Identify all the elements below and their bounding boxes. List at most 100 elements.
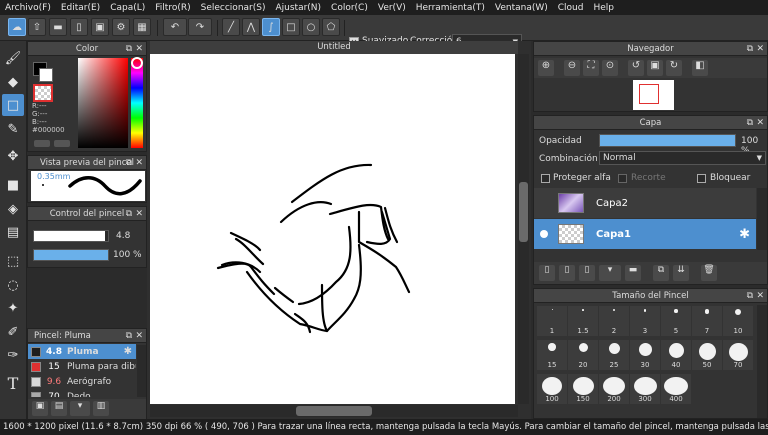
layer-row[interactable]: Capa1 ✱ — [534, 219, 756, 249]
brush-size-cell[interactable]: 2 — [599, 306, 629, 336]
hue-handle[interactable] — [131, 57, 143, 69]
undock-icon[interactable]: ⧉ — [126, 156, 132, 170]
new-1bit-layer-icon[interactable]: ▯ — [579, 265, 595, 281]
brush-copy-icon[interactable]: ▤ — [51, 401, 67, 416]
brush-size-cell[interactable]: 100 — [537, 374, 567, 404]
menu-item-3[interactable]: Filtro(R) — [150, 3, 195, 13]
menu-item-9[interactable]: Ventana(W) — [490, 3, 553, 13]
undock-icon[interactable]: ⧉ — [126, 329, 132, 343]
blend-mode-select[interactable]: Normal ▼ — [599, 151, 766, 165]
clipping-checkbox[interactable] — [618, 174, 627, 183]
transparent-color-swatch[interactable] — [33, 84, 53, 102]
vertical-scroll-thumb[interactable] — [519, 182, 528, 242]
close-icon[interactable]: ✕ — [756, 289, 764, 303]
gear-icon[interactable]: ✱ — [739, 227, 750, 242]
eyedropper-button[interactable] — [54, 140, 70, 147]
brush-size-cell[interactable]: 15 — [537, 340, 567, 370]
background-color-swatch[interactable] — [39, 68, 53, 82]
new-8bit-layer-icon[interactable]: ▯ — [559, 265, 575, 281]
curve-tool-icon[interactable]: ∫ — [262, 18, 280, 36]
navigator-thumbnail[interactable] — [633, 80, 674, 110]
folder-icon[interactable]: ▬ — [625, 265, 641, 281]
undock-icon[interactable]: ⧉ — [747, 42, 753, 56]
cloud-icon[interactable]: ☁ — [8, 18, 26, 36]
close-icon[interactable]: ✕ — [135, 329, 143, 343]
brush-size-cell[interactable]: 25 — [599, 340, 629, 370]
brush-size-cell[interactable]: 50 — [692, 340, 722, 370]
layer-visibility-icon[interactable] — [540, 230, 548, 238]
layer-visibility-icon[interactable] — [540, 199, 548, 207]
comment-icon[interactable]: ▬ — [49, 18, 67, 36]
rotate-left-icon[interactable]: ↺ — [628, 60, 644, 76]
menu-item-6[interactable]: Color(C) — [326, 3, 373, 13]
drawing-canvas[interactable] — [150, 54, 515, 404]
zoom-out-icon[interactable]: ⊖ — [564, 60, 580, 76]
close-icon[interactable]: ✕ — [135, 207, 143, 221]
vertical-scrollbar[interactable] — [518, 54, 529, 404]
menu-item-5[interactable]: Ajustar(N) — [270, 3, 326, 13]
opacity-slider[interactable] — [33, 249, 109, 261]
actual-size-icon[interactable]: ⊙ — [602, 60, 618, 76]
menu-item-0[interactable]: Archivo(F) — [0, 3, 56, 13]
reset-rotation-icon[interactable]: ▣ — [647, 60, 663, 76]
brush-add-icon[interactable]: ▣ — [32, 401, 48, 416]
close-icon[interactable]: ✕ — [756, 116, 764, 130]
horizontal-scroll-thumb[interactable] — [296, 406, 372, 416]
export-icon[interactable]: ⇧ — [28, 18, 46, 36]
save-icon[interactable]: ▣ — [91, 18, 109, 36]
brush-size-cell[interactable]: 20 — [568, 340, 598, 370]
brush-settings-icon[interactable]: ⚙ — [112, 18, 130, 36]
merge-layer-icon[interactable]: ⇊ — [673, 265, 689, 281]
brush-list-scrollbar[interactable] — [137, 345, 146, 397]
undock-icon[interactable]: ⧉ — [747, 289, 753, 303]
text-tool-icon[interactable]: T — [2, 372, 24, 394]
document-tab[interactable]: Untitled — [150, 41, 518, 54]
brush-size-scrollbar[interactable] — [757, 305, 767, 418]
brush-size-cell[interactable]: 7 — [692, 306, 722, 336]
duplicate-layer-icon[interactable]: ⧉ — [653, 265, 669, 281]
hue-slider[interactable] — [131, 58, 143, 148]
gradient-tool-icon[interactable]: ▤ — [2, 221, 24, 243]
fill-tool-icon[interactable]: ■ — [2, 174, 24, 196]
brush-tool-icon[interactable]: 🖌 — [2, 47, 24, 69]
grid-icon[interactable]: ▦ — [133, 18, 151, 36]
blur-tool-icon[interactable]: ✎ — [2, 118, 24, 140]
brush-item[interactable]: 15 Pluma para dibu — [28, 359, 136, 374]
move-tool-icon[interactable]: ✥ — [2, 145, 24, 167]
saturation-value-picker[interactable] — [78, 58, 128, 148]
brush-size-cell[interactable]: 300 — [630, 374, 660, 404]
layer-menu-icon[interactable]: ▾ — [599, 265, 621, 281]
eraser-tool-icon[interactable]: ◆ — [2, 71, 24, 93]
polygon-tool-icon[interactable]: ⬠ — [322, 18, 340, 36]
close-icon[interactable]: ✕ — [135, 156, 143, 170]
undock-icon[interactable]: ⧉ — [747, 116, 753, 130]
rectangle-tool-icon[interactable]: □ — [282, 18, 300, 36]
flip-icon[interactable]: ◧ — [692, 60, 708, 76]
brush-size-cell[interactable]: 30 — [630, 340, 660, 370]
menu-item-8[interactable]: Herramienta(T) — [411, 3, 490, 13]
protect-alpha-checkbox[interactable] — [541, 174, 550, 183]
rotate-right-icon[interactable]: ↻ — [666, 60, 682, 76]
brush-size-cell[interactable]: 40 — [661, 340, 691, 370]
brush-size-cell[interactable]: 200 — [599, 374, 629, 404]
brush-size-cell[interactable]: 70 — [723, 340, 753, 370]
gear-icon[interactable]: ✱ — [124, 346, 132, 357]
select-tool-icon[interactable]: ⬚ — [2, 250, 24, 272]
line-tool-icon[interactable]: ╱ — [222, 18, 240, 36]
brush-size-cell[interactable]: 3 — [630, 306, 660, 336]
brush-size-cell[interactable]: 1.5 — [568, 306, 598, 336]
menu-item-11[interactable]: Help — [588, 3, 619, 13]
brush-menu-icon[interactable]: ▾ — [70, 401, 90, 416]
lasso-tool-icon[interactable]: ◌ — [2, 274, 24, 296]
undock-icon[interactable]: ⧉ — [126, 207, 132, 221]
layer-opacity-slider[interactable] — [599, 134, 736, 147]
fit-window-icon[interactable]: ⛶ — [583, 60, 599, 76]
polyline-tool-icon[interactable]: ⋀ — [242, 18, 260, 36]
menu-item-7[interactable]: Ver(V) — [373, 3, 411, 13]
undock-icon[interactable]: ⧉ — [126, 42, 132, 56]
menu-item-10[interactable]: Cloud — [553, 3, 589, 13]
layer-list-scrollbar[interactable] — [757, 188, 767, 250]
close-icon[interactable]: ✕ — [756, 42, 764, 56]
delete-layer-icon[interactable]: 🗑 — [701, 265, 717, 281]
brush-size-cell[interactable]: 150 — [568, 374, 598, 404]
